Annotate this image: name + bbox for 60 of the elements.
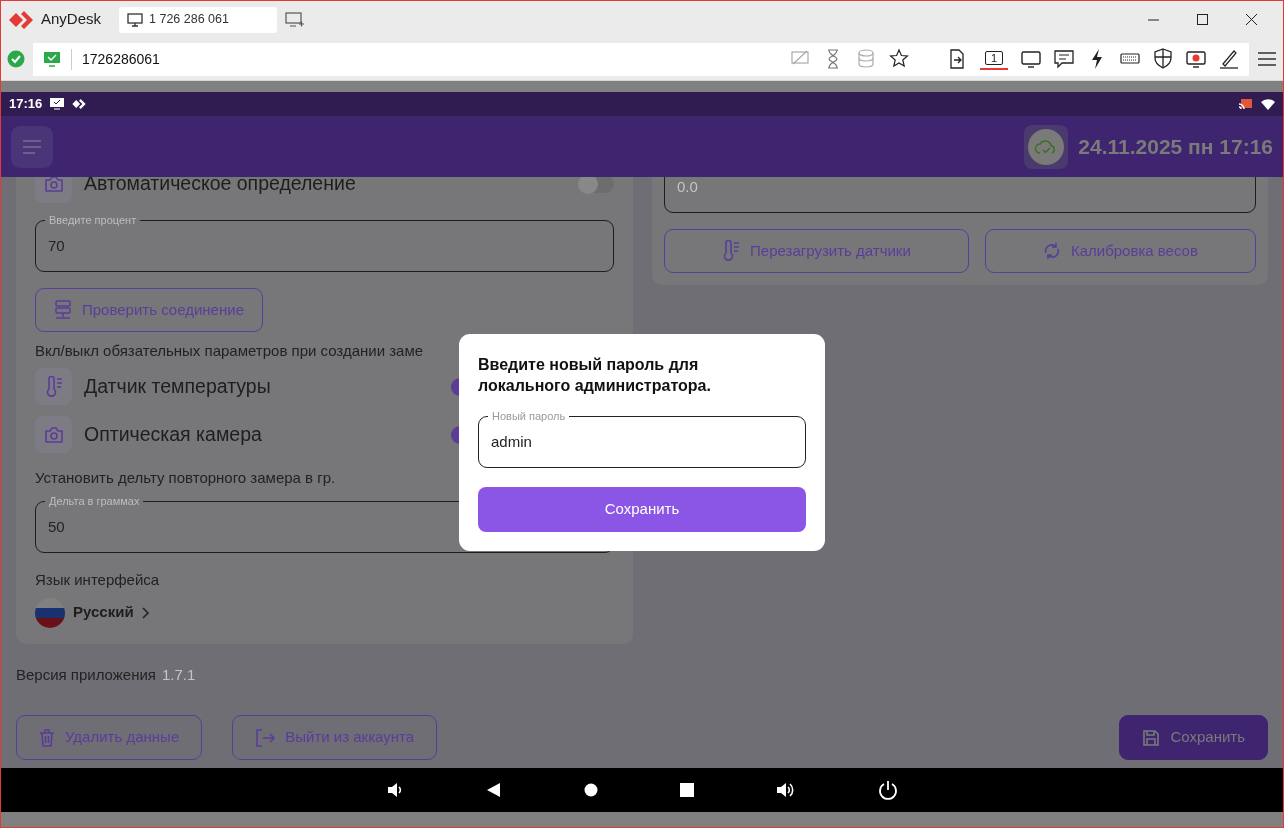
display-button[interactable]: 1 xyxy=(980,48,1008,70)
logout-icon xyxy=(255,728,276,747)
thermometer-icon xyxy=(44,375,63,398)
star-icon[interactable] xyxy=(889,48,909,70)
app-name: AnyDesk xyxy=(41,9,102,30)
section-label: Язык интерфейса xyxy=(35,570,160,590)
anydesk-logo-icon xyxy=(72,99,87,109)
setting-label: Датчик температуры xyxy=(84,373,271,399)
new-tab-icon[interactable] xyxy=(285,11,306,28)
toggle-switch[interactable] xyxy=(580,177,614,193)
file-transfer-icon[interactable] xyxy=(947,48,967,70)
wifi-icon xyxy=(1261,98,1275,110)
refresh-icon xyxy=(1042,242,1061,260)
cast-icon xyxy=(1239,98,1253,110)
connected-check-icon xyxy=(7,50,25,68)
camera-icon xyxy=(43,177,64,193)
volume-up-icon[interactable] xyxy=(776,781,796,799)
setting-label: Оптическая камера xyxy=(84,421,262,447)
menu-icon xyxy=(22,139,42,154)
thermometer-icon xyxy=(722,240,741,262)
home-icon[interactable] xyxy=(584,783,598,797)
server-icon xyxy=(54,300,72,320)
check-connection-button[interactable]: Проверить соединение xyxy=(35,288,263,332)
language-selector[interactable]: Русский xyxy=(35,595,614,630)
pen-icon[interactable] xyxy=(1219,48,1239,70)
trash-icon xyxy=(39,728,55,747)
text-field[interactable]: 0.0 xyxy=(664,177,1256,213)
camera-icon xyxy=(43,425,64,444)
section-label: Установить дельту повторного замера в гр. xyxy=(35,467,336,488)
save-password-button[interactable]: Сохранить xyxy=(478,487,806,532)
monitor-icon xyxy=(127,12,144,27)
calibrate-scale-button[interactable]: Калибровка весов xyxy=(984,229,1256,273)
volume-down-icon[interactable] xyxy=(386,781,404,799)
restart-sensors-button[interactable]: Перезагрузить датчики xyxy=(664,229,969,273)
remote-address[interactable]: 1726286061 xyxy=(71,48,160,70)
maximize-icon[interactable] xyxy=(1197,14,1208,25)
power-icon[interactable] xyxy=(878,780,898,800)
anydesk-logo-icon xyxy=(9,10,33,29)
dialog-title: Введите новый пароль для локального администратора. xyxy=(478,355,712,396)
version-label: Версия приложения xyxy=(16,665,156,683)
version-number: 1.7.1 xyxy=(161,665,196,683)
record-icon[interactable] xyxy=(1186,48,1206,70)
status-time: 17:16 xyxy=(9,95,43,114)
flag-icon xyxy=(35,597,65,628)
screen-icon xyxy=(50,98,65,110)
close-icon[interactable] xyxy=(1246,14,1257,25)
monitor-icon xyxy=(43,51,61,67)
setting-label: Автоматическое определение xyxy=(84,177,356,197)
chat-icon[interactable] xyxy=(1054,48,1074,70)
shield-icon[interactable] xyxy=(1153,48,1173,70)
section-label: Вкл/выкл обязательных параметров при создании заме xyxy=(35,341,424,361)
sync-status-button[interactable] xyxy=(1024,124,1069,169)
save-icon xyxy=(1142,728,1161,747)
date-time: 24.11.2025 пн 17:16 xyxy=(1078,133,1273,160)
chevron-right-icon xyxy=(141,606,150,619)
back-icon[interactable] xyxy=(486,782,502,798)
save-button[interactable]: Сохранить xyxy=(1119,715,1268,760)
session-tab[interactable]: 1 726 286 061 xyxy=(119,6,278,33)
monitor-icon[interactable] xyxy=(1021,48,1041,70)
menu-icon[interactable] xyxy=(1257,51,1277,67)
